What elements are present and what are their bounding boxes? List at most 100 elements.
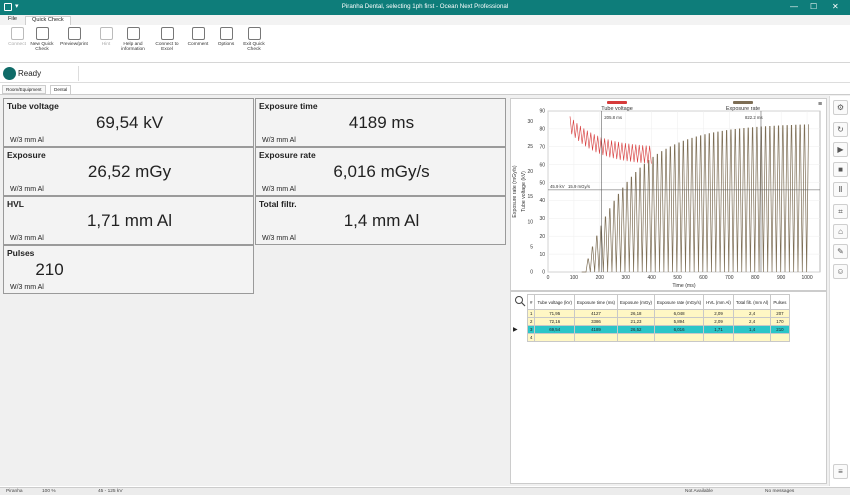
waveform-chart[interactable]: 0 100 200 300 400 500 600 700 800 900 100001020304… — [511, 99, 828, 292]
settings-icon[interactable]: ⚙ — [833, 100, 848, 115]
table-cell[interactable] — [573, 333, 619, 342]
kv-range: 45 - 125 kV — [98, 489, 123, 494]
table-cell[interactable] — [534, 333, 575, 342]
table-header-cell[interactable]: Pulses — [770, 294, 790, 310]
table-cell[interactable]: 6,048 — [653, 309, 705, 318]
x-tick-label: 200 — [596, 275, 605, 281]
table-cell[interactable]: 170 — [770, 317, 790, 326]
x-tick-label: 1000 — [801, 275, 812, 281]
x-axis-label: Time (ms) — [672, 283, 695, 289]
stop-icon[interactable]: ■ — [833, 162, 848, 177]
pause-icon[interactable]: Ⅱ — [833, 182, 848, 197]
rate-tick-label: 10 — [527, 219, 533, 225]
rate-tick-label: 5 — [530, 245, 533, 251]
voltage-tick-label: 70 — [539, 144, 545, 150]
ribbon-button-excel[interactable]: Connect to Excel — [150, 27, 184, 53]
tag-icon[interactable]: ⌂ — [833, 224, 848, 239]
messages-status: No messages — [765, 489, 795, 494]
table-cell[interactable]: 72,16 — [534, 317, 575, 326]
tile-unit: W/3 mm Al — [262, 137, 296, 144]
tile-value: 4189 ms — [348, 113, 415, 132]
table-header-cell[interactable]: Exposure time (ms) — [573, 294, 619, 310]
user-settings-icon[interactable]: ☺ — [833, 264, 848, 279]
table-cell[interactable]: 2,4 — [732, 317, 772, 326]
table-row[interactable]: 2 72,16 3386 21,23 5,894 2,09 2,4 170 — [526, 317, 790, 326]
tab-room-equipment[interactable]: Room/Equipment — [2, 85, 46, 94]
tile-exposure: Exposure 26,52 mGy W/3 mm Al — [3, 147, 254, 196]
x-tick-label: 500 — [673, 275, 682, 281]
table-header-cell[interactable]: Total filt. (mm Al) — [732, 294, 772, 310]
table-cell[interactable]: 4 — [526, 333, 536, 342]
legend-swatch — [733, 101, 753, 104]
chart-menu-icon[interactable]: ≡ — [818, 101, 822, 108]
ribbon-button-preview-print[interactable]: Preview/print — [57, 27, 91, 47]
table-header-cell[interactable]: Exposure (mGy) — [617, 294, 655, 310]
table-cell[interactable] — [653, 333, 705, 342]
table-cell[interactable] — [732, 333, 772, 342]
x-tick-label: 400 — [647, 275, 656, 281]
table-cell[interactable] — [770, 333, 790, 342]
table-cell[interactable]: 2 — [526, 317, 536, 326]
tab-dental[interactable]: Dental — [50, 85, 72, 94]
refresh-icon[interactable]: ↻ — [833, 122, 848, 137]
table-cell[interactable]: 1,71 — [703, 325, 734, 334]
window-title: Piranha Dental, selecting 1ph first - Oc… — [341, 3, 509, 10]
ribbon-label: Comment — [187, 42, 209, 47]
table-cell[interactable]: 2,09 — [703, 317, 734, 326]
x-tick-label: 300 — [622, 275, 631, 281]
table-header-cell[interactable]: Exposure rate (mGy/s) — [653, 294, 705, 310]
edit-icon[interactable]: ✎ — [833, 244, 848, 259]
table-cell[interactable]: 6,016 — [653, 325, 705, 334]
table-cell[interactable]: 210 — [770, 325, 790, 334]
table-cell[interactable]: 69,54 — [534, 325, 575, 334]
table-cell[interactable]: 207 — [770, 309, 790, 318]
table-cell[interactable]: 1 — [526, 309, 536, 318]
table-cell[interactable]: 3 — [526, 325, 536, 334]
table-header-cell[interactable]: HVL (mm Al) — [703, 294, 734, 310]
tile-label: Total filtr. — [259, 199, 297, 209]
tile-label: Exposure — [7, 150, 46, 160]
table-row[interactable]: 3 69,54 4189 26,52 6,016 1,71 1,4 210 — [526, 325, 790, 334]
table-cell[interactable]: 26,18 — [617, 309, 655, 318]
list-icon[interactable]: ≡ — [833, 464, 848, 479]
zoom-icon[interactable] — [514, 295, 526, 307]
table-cell[interactable]: 1,4 — [732, 325, 772, 334]
table-cell[interactable]: 71,95 — [534, 309, 575, 318]
table-cell[interactable]: 2,4 — [732, 309, 772, 318]
waveform-icon[interactable]: ⌗ — [833, 204, 848, 219]
table-cell[interactable]: 4189 — [573, 325, 619, 334]
ribbon-button-new-quick-check[interactable]: New Quick Check — [25, 27, 59, 53]
ribbon-button-exit[interactable]: Exit Quick Check — [237, 27, 271, 53]
tile-tube-voltage: Tube voltage 69,54 kV W/3 mm Al — [3, 98, 254, 147]
tile-value: 26,52 mGy — [87, 162, 172, 181]
rate-axis-label: Exposure rate (mGy/s) — [512, 165, 518, 217]
table-row[interactable]: 4 — [526, 333, 790, 342]
table-cell[interactable]: 3386 — [573, 317, 619, 326]
table-cell[interactable] — [703, 333, 734, 342]
table-row[interactable]: 1 71,95 4127 26,18 6,048 2,09 2,4 207 — [526, 309, 790, 318]
table-cell[interactable]: 21,23 — [617, 317, 655, 326]
table-cell[interactable]: 26,52 — [617, 325, 655, 334]
table-cell[interactable]: 5,894 — [653, 317, 705, 326]
tile-pulses: Pulses 210 W/3 mm Al — [3, 245, 254, 294]
rate-tick-label: 15 — [527, 194, 533, 200]
tile-label: Exposure rate — [259, 150, 316, 160]
tile-label: HVL — [7, 199, 24, 209]
table-cell[interactable]: 2,09 — [703, 309, 734, 318]
play-icon[interactable]: ▶ — [833, 142, 848, 157]
ribbon-button-help[interactable]: Help and information — [116, 27, 150, 53]
menu-file[interactable]: File — [8, 16, 17, 22]
ribbon-label: Connect — [8, 42, 26, 47]
table-cell[interactable] — [617, 333, 655, 342]
x-tick-label: 600 — [699, 275, 708, 281]
maximize-icon[interactable]: ☐ — [810, 2, 817, 11]
table-cell[interactable]: 4127 — [573, 309, 619, 318]
table-header-cell[interactable]: Tube voltage (kV) — [534, 294, 575, 310]
hint-icon — [99, 27, 113, 40]
preview-print-icon — [67, 27, 81, 40]
rate-tick-label: 20 — [527, 169, 533, 175]
close-icon[interactable]: ✕ — [832, 2, 839, 11]
comment-icon — [191, 27, 205, 40]
minimize-icon[interactable]: — — [790, 2, 798, 11]
table-header-cell[interactable]: # — [526, 294, 536, 310]
